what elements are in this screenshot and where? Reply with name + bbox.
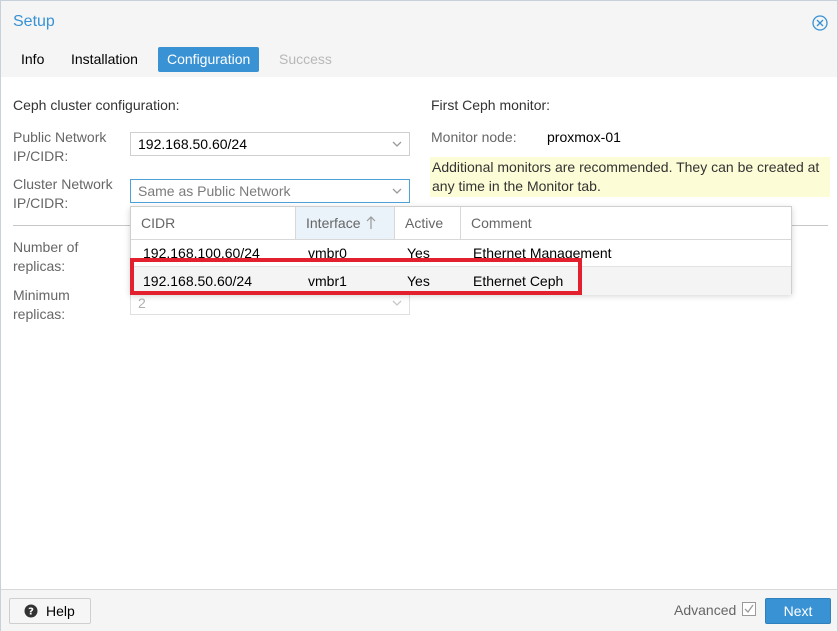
tab-bar: Info Installation Configuration Success xyxy=(1,45,837,75)
first-monitor-title: First Ceph monitor: xyxy=(431,97,551,113)
cell-active: Yes xyxy=(407,245,430,261)
cell-interface: vmbr1 xyxy=(308,273,347,289)
grid-header: CIDR Interface Active Comment xyxy=(131,207,791,240)
cluster-network-label-line1: Cluster Network xyxy=(13,176,113,192)
public-network-select[interactable]: 192.168.50.60/24 xyxy=(130,132,410,156)
question-circle-icon: ? xyxy=(24,604,38,618)
chevron-down-icon[interactable] xyxy=(391,133,403,155)
column-header-comment[interactable]: Comment xyxy=(461,207,791,239)
cell-cidr: 192.168.100.60/24 xyxy=(143,245,260,261)
cell-comment: Ethernet Management xyxy=(473,245,612,261)
cluster-network-label-line2: IP/CIDR: xyxy=(13,195,69,211)
tab-installation[interactable]: Installation xyxy=(62,47,147,72)
tab-configuration[interactable]: Configuration xyxy=(158,47,260,72)
cluster-network-select[interactable]: Same as Public Network xyxy=(130,179,410,203)
setup-window: Setup Info Installation Configuration Su… xyxy=(0,0,838,631)
help-button-label: Help xyxy=(46,603,75,619)
close-icon[interactable] xyxy=(812,15,828,31)
monitor-node-value: proxmox-01 xyxy=(547,129,621,145)
public-network-label: Public Network IP/CIDR: xyxy=(13,128,106,166)
notice-line2: any time in the Monitor tab. xyxy=(432,178,601,194)
advanced-label: Advanced xyxy=(674,602,737,618)
column-header-active[interactable]: Active xyxy=(395,207,461,239)
right-divider xyxy=(790,225,828,226)
footer-bar: ? Help Advanced Next xyxy=(1,589,837,631)
ceph-config-title: Ceph cluster configuration: xyxy=(13,97,180,113)
cell-cidr: 192.168.50.60/24 xyxy=(143,273,252,289)
public-network-value: 192.168.50.60/24 xyxy=(138,136,247,152)
min-replicas-value: 2 xyxy=(138,295,146,311)
tab-success: Success xyxy=(279,51,332,67)
window-title: Setup xyxy=(13,13,55,30)
public-network-label-line1: Public Network xyxy=(13,129,107,145)
svg-text:?: ? xyxy=(28,607,34,618)
replicas-label-line2: replicas: xyxy=(13,258,66,274)
cluster-network-value: Same as Public Network xyxy=(138,183,291,199)
chevron-down-icon xyxy=(392,300,402,306)
table-row[interactable]: 192.168.100.60/24 vmbr0 Yes Ethernet Man… xyxy=(131,239,791,267)
min-replicas-label: Minimum replicas: xyxy=(13,286,70,324)
sort-ascending-icon xyxy=(366,216,376,229)
public-network-label-line2: IP/CIDR: xyxy=(13,148,69,164)
replicas-label: Number of replicas: xyxy=(13,238,78,276)
monitor-notice: Additional monitors are recommended. The… xyxy=(430,157,830,197)
table-row[interactable]: 192.168.50.60/24 vmbr1 Yes Ethernet Ceph xyxy=(131,266,791,295)
next-button[interactable]: Next xyxy=(765,598,831,624)
column-header-cidr[interactable]: CIDR xyxy=(131,207,296,239)
cell-comment: Ethernet Ceph xyxy=(473,273,564,289)
monitor-node-label: Monitor node: xyxy=(431,129,517,145)
min-replicas-label-line1: Minimum xyxy=(13,287,70,303)
column-header-interface-label: Interface xyxy=(306,215,361,231)
network-picker-dropdown: CIDR Interface Active Comment 192.168.10… xyxy=(130,206,792,295)
chevron-down-icon[interactable] xyxy=(391,180,403,202)
min-replicas-label-line2: replicas: xyxy=(13,306,66,322)
cell-interface: vmbr0 xyxy=(308,245,347,261)
content-panel: Ceph cluster configuration: Public Netwo… xyxy=(1,77,837,589)
cell-active: Yes xyxy=(407,273,430,289)
column-header-interface[interactable]: Interface xyxy=(296,207,395,239)
titlebar: Setup xyxy=(1,1,837,43)
help-button[interactable]: ? Help xyxy=(9,598,91,624)
cluster-network-label: Cluster Network IP/CIDR: xyxy=(13,175,113,213)
advanced-checkbox[interactable] xyxy=(742,602,756,616)
replicas-label-line1: Number of xyxy=(13,239,79,255)
notice-line1: Additional monitors are recommended. The… xyxy=(432,159,820,175)
tab-info[interactable]: Info xyxy=(12,47,53,72)
